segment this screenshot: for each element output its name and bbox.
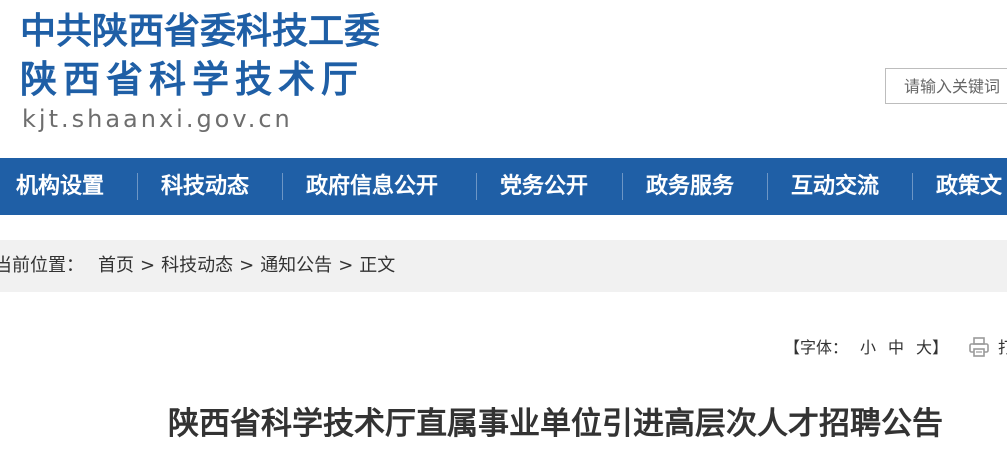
search-input[interactable]	[885, 68, 1007, 104]
nav-item-policy[interactable]: 政策文	[936, 158, 1002, 215]
font-tools-close: 】	[932, 338, 949, 357]
breadcrumb-notices[interactable]: 通知公告	[260, 240, 332, 292]
nav-item-gov-info[interactable]: 政府信息公开	[306, 158, 438, 215]
nav-separator	[282, 173, 283, 200]
logo-title-line1: 中共陕西省委科技工委	[20, 11, 381, 52]
nav-separator	[767, 173, 768, 200]
font-size-large[interactable]: 大	[916, 336, 932, 360]
font-tools-open: 【字体：	[784, 338, 849, 357]
nav-separator	[476, 173, 477, 200]
nav-item-interaction[interactable]: 互动交流	[791, 158, 879, 215]
main-nav: 机构设置 科技动态 政府信息公开 党务公开 政务服务 互动交流 政策文	[0, 158, 1007, 215]
nav-separator	[622, 173, 623, 200]
breadcrumb-current: 正文	[359, 255, 396, 276]
page: 中共陕西省委科技工委 陕西省科学技术厅 kjt.shaanxi.gov.cn 机…	[0, 0, 1007, 476]
printer-icon[interactable]	[968, 336, 990, 358]
nav-separator	[912, 173, 913, 200]
font-size-tools: 【字体： 小中大】	[784, 336, 948, 360]
breadcrumb-separator: >	[239, 255, 255, 276]
nav-item-org[interactable]: 机构设置	[16, 158, 104, 215]
breadcrumb-prefix: 当前位置：	[0, 255, 84, 276]
logo-title-line2: 陕西省科学技术厅	[20, 58, 364, 101]
font-size-small[interactable]: 小	[860, 336, 876, 360]
font-size-medium[interactable]: 中	[888, 336, 904, 360]
nav-item-party-affairs[interactable]: 党务公开	[500, 158, 588, 215]
breadcrumb-home[interactable]: 首页	[98, 240, 134, 292]
nav-item-tech-news[interactable]: 科技动态	[161, 158, 249, 215]
breadcrumb-tech-news[interactable]: 科技动态	[161, 240, 233, 292]
nav-item-gov-services[interactable]: 政务服务	[646, 158, 734, 215]
logo-domain: kjt.shaanxi.gov.cn	[22, 105, 293, 133]
breadcrumb-bar: 当前位置： 首页 > 科技动态 > 通知公告 > 正文	[0, 240, 1007, 292]
article-title: 陕西省科学技术厅直属事业单位引进高层次人才招聘公告	[168, 406, 943, 442]
breadcrumb: 当前位置： 首页 > 科技动态 > 通知公告 > 正文	[0, 240, 395, 292]
nav-separator	[137, 173, 138, 200]
print-link[interactable]: 打	[998, 336, 1007, 360]
breadcrumb-separator: >	[140, 255, 156, 276]
breadcrumb-separator: >	[338, 255, 354, 276]
